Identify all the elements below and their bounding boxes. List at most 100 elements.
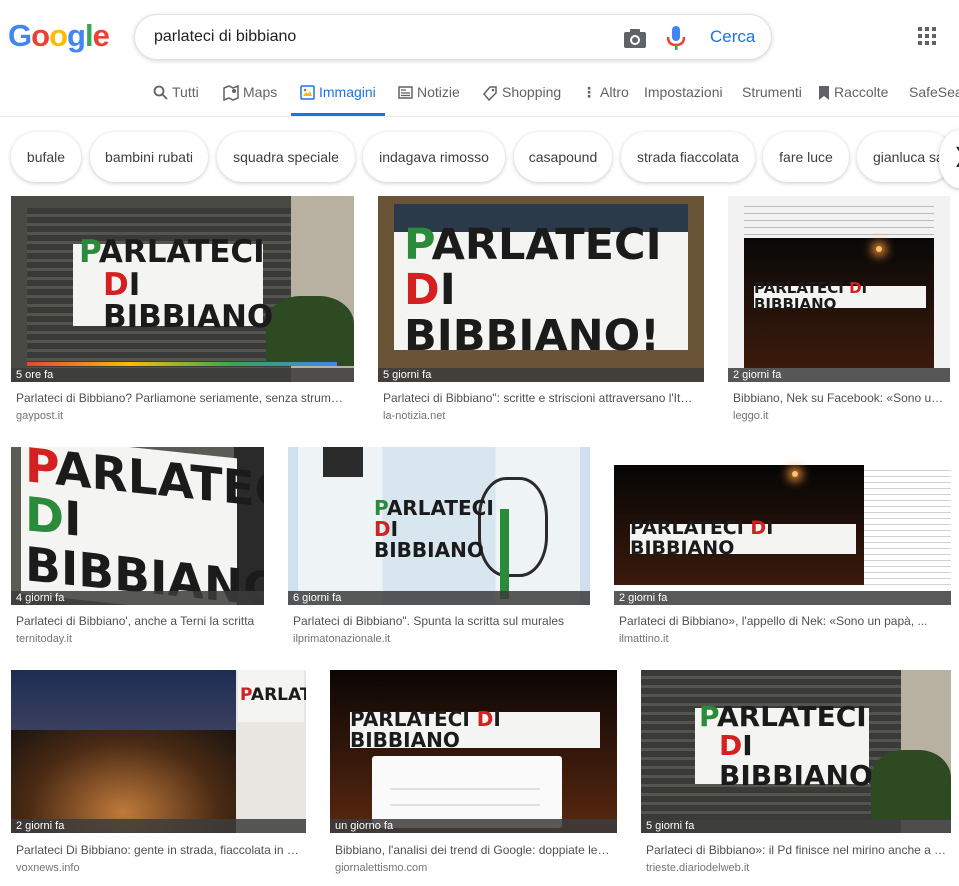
time-badge: 5 giorni fa xyxy=(641,819,951,833)
chip[interactable]: strada fiaccolata xyxy=(621,132,755,182)
result-thumbnail[interactable]: PARLATECI DI BIBBIANO xyxy=(330,670,617,833)
camera-icon[interactable] xyxy=(623,27,647,49)
time-badge: 2 giorni fa xyxy=(614,591,951,605)
google-apps-icon[interactable] xyxy=(918,27,938,47)
tab-raccolte[interactable]: Raccolte xyxy=(818,84,888,116)
map-icon xyxy=(223,85,239,101)
chip-label: bufale xyxy=(26,149,66,165)
tab-strumenti[interactable]: Strumenti xyxy=(742,84,802,116)
bookmark-icon xyxy=(819,86,829,100)
tab-label: Notizie xyxy=(417,84,460,100)
result-source[interactable]: la-notizia.net xyxy=(383,410,445,422)
time-badge: 6 giorni fa xyxy=(288,591,590,605)
image-result[interactable]: PARLATECI DI BIBBIANO 6 giorni fa Parlat… xyxy=(288,447,590,647)
tab-label: Maps xyxy=(243,84,278,100)
image-result[interactable]: PARLATECI 2 giorni fa Parlateci Di Bibbi… xyxy=(11,670,306,880)
result-thumbnail[interactable]: PARLATECI DI BIBBIANO xyxy=(614,447,951,605)
result-title[interactable]: Parlateci Di Bibbiano: gente in strada, … xyxy=(16,843,301,857)
tab-immagini[interactable]: Immagini xyxy=(291,84,385,116)
tab-label: Raccolte xyxy=(834,84,889,100)
chip[interactable]: bambini rubati xyxy=(90,132,208,182)
banner-image: PARLATECI DI BIBBIANO! xyxy=(394,223,688,358)
result-source[interactable]: ternitoday.it xyxy=(16,633,72,645)
result-thumbnail[interactable]: PARLATECI xyxy=(11,670,306,833)
time-badge: 5 ore fa xyxy=(11,368,354,382)
tab-label: Immagini xyxy=(319,84,376,100)
result-thumbnail[interactable]: PARLATECI DI BIBBIANO xyxy=(288,447,590,605)
google-images-page: { "search": { "query": "parlateci di bib… xyxy=(0,0,959,886)
result-title[interactable]: Bibbiano, Nek su Facebook: «Sono un papà… xyxy=(733,391,945,405)
tab-shopping[interactable]: Shopping xyxy=(482,84,561,116)
search-input[interactable] xyxy=(154,26,594,48)
image-result[interactable]: PARLATECI DI BIBBIANO 2 giorni fa Bibbia… xyxy=(728,196,950,426)
nav-divider xyxy=(0,116,959,117)
result-source[interactable]: leggo.it xyxy=(733,410,768,422)
chip[interactable]: bufale xyxy=(11,132,81,182)
time-badge: un giorno fa xyxy=(330,819,617,833)
result-title[interactable]: Parlateci di Bibbiano», l'appello di Nek… xyxy=(619,614,946,628)
time-badge: 5 giorni fa xyxy=(378,368,704,382)
result-source[interactable]: giornalettismo.com xyxy=(335,862,427,874)
tab-impostazioni[interactable]: Impostazioni xyxy=(644,84,723,116)
time-badge: 2 giorni fa xyxy=(11,819,306,833)
banner-image: PARLATECI DI BIBBIANO xyxy=(695,702,873,790)
result-title[interactable]: Parlateci di Bibbiano": scritte e strisc… xyxy=(383,391,699,405)
result-thumbnail[interactable]: PARLATECI DI BIBBIANO xyxy=(728,196,950,382)
banner-image: PARLATECI DI BIBBIANO xyxy=(630,518,856,558)
image-result[interactable]: PARLATECI DI BIBBIANO! 5 giorni fa Parla… xyxy=(378,196,704,426)
chip[interactable]: fare luce xyxy=(763,132,849,182)
chip[interactable]: casapound xyxy=(514,132,612,182)
result-title[interactable]: Parlateci di Bibbiano? Parliamone seriam… xyxy=(16,391,349,405)
banner-image: PARLATECI DI BIBBIANO xyxy=(754,280,926,312)
result-title[interactable]: Parlateci di Bibbiano', anche a Terni la… xyxy=(16,614,259,628)
chip-label: fare luce xyxy=(779,149,833,165)
result-source[interactable]: voxnews.info xyxy=(16,862,80,874)
tab-safesearch[interactable]: SafeSear xyxy=(909,84,959,116)
search-icon xyxy=(153,85,168,100)
image-icon xyxy=(300,85,315,100)
result-source[interactable]: trieste.diariodelweb.it xyxy=(646,862,749,874)
image-result[interactable]: PARLATECI DI BIBBIANO 2 giorni fa Parlat… xyxy=(614,447,951,647)
tag-icon xyxy=(483,86,497,101)
tab-label: Altro xyxy=(600,84,629,100)
chip[interactable]: indagava rimosso xyxy=(363,132,505,182)
chip-label: casapound xyxy=(528,149,598,165)
time-badge: 4 giorni fa xyxy=(11,591,264,605)
banner-image: PARLATECI DI BIBBIANO xyxy=(73,236,273,333)
tab-notizie[interactable]: Notizie xyxy=(398,84,460,116)
chip-label: indagava rimosso xyxy=(379,149,489,165)
tab-tutti[interactable]: Tutti xyxy=(153,84,199,116)
result-thumbnail[interactable]: PARLATECI DI BIBBIANO xyxy=(11,196,354,382)
result-source[interactable]: gaypost.it xyxy=(16,410,63,422)
image-result[interactable]: PARLATECI DI BIBBIANO 5 ore fa Parlateci… xyxy=(11,196,354,426)
image-result[interactable]: PARLATECI DI BIBBIANO 5 giorni fa Parlat… xyxy=(641,670,951,880)
result-title[interactable]: Parlateci di Bibbiano". Spunta la scritt… xyxy=(293,614,585,628)
banner-image: PARLATECI DI BIBBIANO xyxy=(350,709,600,751)
search-box: Cerca xyxy=(134,14,772,60)
banner-image: PARLATECI DI BIBBIANO xyxy=(374,495,494,562)
chip[interactable]: squadra speciale xyxy=(217,132,355,182)
image-result[interactable]: PARLATECI DI BIBBIANO 4 giorni fa Parlat… xyxy=(11,447,264,647)
tab-label: Impostazioni xyxy=(644,84,723,100)
tab-maps[interactable]: Maps xyxy=(223,84,277,116)
google-logo[interactable]: Google xyxy=(8,18,110,54)
result-thumbnail[interactable]: PARLATECI DI BIBBIANO xyxy=(11,447,264,605)
result-thumbnail[interactable]: PARLATECI DI BIBBIANO xyxy=(641,670,951,833)
image-result[interactable]: PARLATECI DI BIBBIANO un giorno fa Bibbi… xyxy=(330,670,617,880)
chip-label: squadra speciale xyxy=(233,149,339,165)
microphone-icon[interactable] xyxy=(665,25,687,51)
chevron-right-icon: ❯ xyxy=(953,143,959,168)
news-icon xyxy=(398,86,413,99)
tab-label: Shopping xyxy=(502,84,562,100)
result-source[interactable]: ilprimatonazionale.it xyxy=(293,633,390,645)
chip-label: strada fiaccolata xyxy=(637,149,739,165)
result-title[interactable]: Parlateci di Bibbiano»: il Pd finisce ne… xyxy=(646,843,946,857)
banner-image: PARLATECI DI BIBBIANO xyxy=(21,447,264,605)
tab-altro[interactable]: ⋮ Altro xyxy=(582,84,629,116)
tab-label: Tutti xyxy=(172,84,199,100)
result-source[interactable]: ilmattino.it xyxy=(619,633,669,645)
result-thumbnail[interactable]: PARLATECI DI BIBBIANO! xyxy=(378,196,704,382)
more-vert-icon: ⋮ xyxy=(582,84,596,100)
search-button[interactable]: Cerca xyxy=(710,27,755,47)
result-title[interactable]: Bibbiano, l'analisi dei trend di Google:… xyxy=(335,843,612,857)
